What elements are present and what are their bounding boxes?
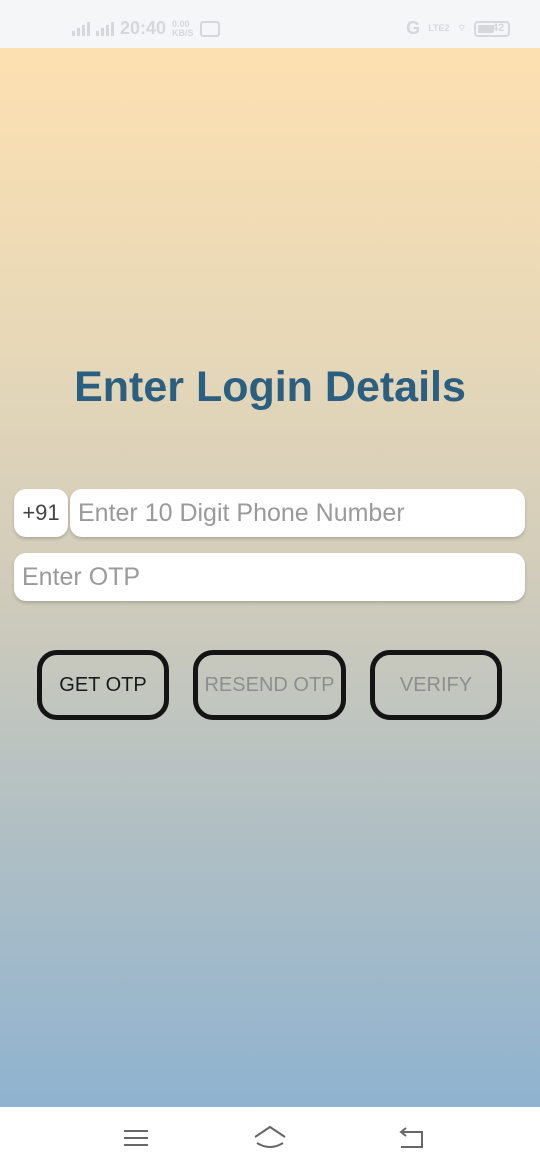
status-bar-left: 20:40 0.00 KB/S xyxy=(72,18,220,39)
page-title: Enter Login Details xyxy=(74,363,466,411)
country-code-badge: +91 xyxy=(14,489,68,537)
network-type: LTE2 xyxy=(428,23,450,33)
network-speed: 0.00 KB/S xyxy=(172,19,194,38)
network-speed-unit: KB/S xyxy=(172,27,194,38)
back-icon[interactable] xyxy=(393,1123,429,1153)
phone-number-input[interactable] xyxy=(70,489,525,537)
signal-icon xyxy=(72,21,90,36)
status-bar-right: G LTE2 ⌔ 42 xyxy=(406,18,510,39)
g-icon: G xyxy=(406,18,421,38)
navigation-bar xyxy=(0,1107,540,1170)
battery-level: 42 xyxy=(492,21,505,34)
battery-icon: 42 xyxy=(474,20,510,37)
login-screen: Enter Login Details +91 GET OTP RESEND O… xyxy=(0,48,540,1107)
menu-icon[interactable] xyxy=(117,1123,153,1153)
verify-button[interactable]: VERIFY xyxy=(370,650,502,720)
notification-icon xyxy=(199,20,220,37)
status-time: 20:40 xyxy=(120,18,167,38)
wifi-icon: ⌔ xyxy=(457,23,466,33)
home-icon[interactable] xyxy=(252,1123,288,1153)
get-otp-button[interactable]: GET OTP xyxy=(37,650,169,720)
otp-input[interactable] xyxy=(14,553,525,601)
status-bar: 20:40 0.00 KB/S G LTE2 ⌔ 42 xyxy=(0,0,540,48)
resend-otp-button[interactable]: RESEND OTP xyxy=(193,650,346,720)
signal-icon-sim2 xyxy=(96,21,114,36)
